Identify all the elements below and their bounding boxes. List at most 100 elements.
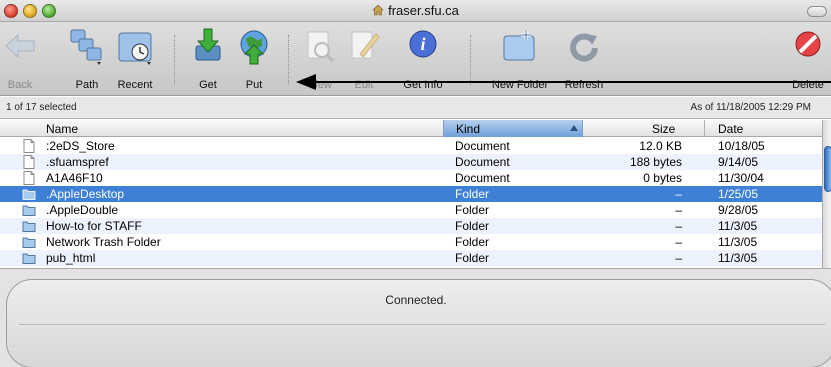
get-label: Get xyxy=(199,79,217,91)
table-row-selected[interactable]: .AppleDesktop Folder – 1/25/05 xyxy=(0,186,822,202)
column-header-name[interactable]: Name xyxy=(46,122,78,136)
vertical-scrollbar[interactable] xyxy=(822,120,831,268)
file-kind: Folder xyxy=(455,219,490,233)
file-kind: Folder xyxy=(455,187,490,201)
put-label: Put xyxy=(245,79,263,91)
file-date: 1/25/05 xyxy=(718,187,759,201)
file-kind: Folder xyxy=(455,203,490,217)
get-info-label: Get Info xyxy=(403,79,443,91)
file-size: – xyxy=(675,187,682,201)
file-date: 11/3/05 xyxy=(718,219,758,233)
column-header-date[interactable]: Date xyxy=(718,122,743,136)
table-row[interactable]: Network Trash Folder Folder – 11/3/05 xyxy=(0,234,822,250)
download-icon xyxy=(195,28,221,61)
refresh-button[interactable]: Refresh xyxy=(560,22,608,96)
file-size: – xyxy=(675,203,682,217)
home-icon xyxy=(372,4,384,19)
back-arrow-icon xyxy=(5,33,35,59)
info-bar: 1 of 17 selected As of 11/18/2005 12:29 … xyxy=(0,97,831,119)
delete-icon xyxy=(795,31,821,57)
folder-icon xyxy=(22,189,36,200)
toolbar-separator xyxy=(288,35,289,85)
file-kind: Document xyxy=(455,155,510,169)
file-date: 11/3/05 xyxy=(718,235,758,249)
delete-button[interactable]: Delete xyxy=(788,22,828,96)
file-size: – xyxy=(675,251,682,265)
back-label: Back xyxy=(7,79,33,91)
edit-button[interactable]: Edit xyxy=(346,22,382,96)
recent-folder-clock-icon xyxy=(118,32,152,65)
file-date: 9/14/05 xyxy=(718,155,759,169)
svg-text:i: i xyxy=(420,34,425,54)
file-size: 0 bytes xyxy=(643,171,682,185)
edit-label: Edit xyxy=(354,79,374,91)
selection-count: 1 of 17 selected xyxy=(6,102,77,113)
toolbar-separator xyxy=(470,35,471,85)
folder-icon xyxy=(22,221,36,232)
sort-ascending-icon xyxy=(570,125,578,131)
column-header-kind-label: Kind xyxy=(456,122,481,136)
table-row[interactable]: .AppleDouble Folder – 9/28/05 xyxy=(0,202,822,218)
folder-icon xyxy=(22,205,36,216)
magnifier-icon xyxy=(307,31,335,63)
column-header-row: Name Kind Size Date xyxy=(0,120,822,137)
column-header-size[interactable]: Size xyxy=(652,122,675,136)
status-panel: Connected. xyxy=(0,268,831,367)
file-name: :2eDS_Store xyxy=(46,139,115,153)
file-name: Network Trash Folder xyxy=(46,235,161,249)
column-header-kind[interactable]: Kind xyxy=(443,120,583,137)
info-icon: i xyxy=(409,30,437,58)
table-row[interactable]: pub_html Folder – 11/3/05 xyxy=(0,250,822,266)
file-name: .AppleDesktop xyxy=(46,187,125,201)
view-button[interactable]: View xyxy=(300,22,340,96)
path-label: Path xyxy=(75,79,99,91)
put-button[interactable]: Put xyxy=(234,22,274,96)
path-button[interactable]: Path xyxy=(64,22,110,96)
new-folder-button[interactable]: New Folder xyxy=(480,22,560,96)
table-row[interactable]: A1A46F10 Document 0 bytes 11/30/04 xyxy=(0,170,822,186)
file-name: pub_html xyxy=(46,251,96,265)
table-row[interactable]: .sfuamspref Document 188 bytes 9/14/05 xyxy=(0,154,822,170)
file-size: 188 bytes xyxy=(629,155,682,169)
file-date: 11/30/04 xyxy=(718,171,764,185)
folder-icon xyxy=(22,253,36,264)
upload-globe-icon xyxy=(240,30,268,65)
toolbar-separator xyxy=(174,35,175,85)
window-title: fraser.sfu.ca xyxy=(388,3,459,18)
file-kind: Folder xyxy=(455,251,490,265)
file-size: 12.0 KB xyxy=(639,139,682,153)
get-info-button[interactable]: i Get Info xyxy=(394,22,452,96)
new-folder-label: New Folder xyxy=(491,79,549,91)
title-bar: fraser.sfu.ca xyxy=(0,0,831,22)
file-kind: Folder xyxy=(455,235,490,249)
back-button[interactable]: Back xyxy=(4,22,36,96)
scrollbar-thumb[interactable] xyxy=(824,146,831,192)
column-divider[interactable] xyxy=(704,120,705,137)
recent-button[interactable]: Recent xyxy=(111,22,159,96)
document-icon xyxy=(23,155,35,169)
window-title-area: fraser.sfu.ca xyxy=(0,3,831,19)
document-icon xyxy=(23,171,35,185)
view-label: View xyxy=(308,79,332,91)
file-kind: Document xyxy=(455,171,510,185)
file-size: – xyxy=(675,219,682,233)
path-folders-icon xyxy=(70,29,102,65)
file-size: – xyxy=(675,235,682,249)
recent-label: Recent xyxy=(117,79,153,91)
refresh-icon xyxy=(570,33,598,62)
file-date: 11/3/05 xyxy=(718,251,758,265)
as-of-timestamp: As of 11/18/2005 12:29 PM xyxy=(690,102,811,113)
status-drawer: Connected. xyxy=(6,279,831,367)
file-list: :2eDS_Store Document 12.0 KB 10/18/05 .s… xyxy=(0,138,822,266)
status-divider xyxy=(19,324,825,325)
document-icon xyxy=(23,139,35,153)
new-folder-icon xyxy=(503,30,535,61)
toolbar: Back Path Recent Get Put View Edit i Get… xyxy=(0,22,831,96)
get-button[interactable]: Get xyxy=(188,22,228,96)
pencil-icon xyxy=(351,31,380,59)
toolbar-toggle-button[interactable] xyxy=(807,6,827,17)
table-row[interactable]: :2eDS_Store Document 12.0 KB 10/18/05 xyxy=(0,138,822,154)
refresh-label: Refresh xyxy=(564,79,604,91)
table-row[interactable]: How-to for STAFF Folder – 11/3/05 xyxy=(0,218,822,234)
file-name: How-to for STAFF xyxy=(46,219,142,233)
